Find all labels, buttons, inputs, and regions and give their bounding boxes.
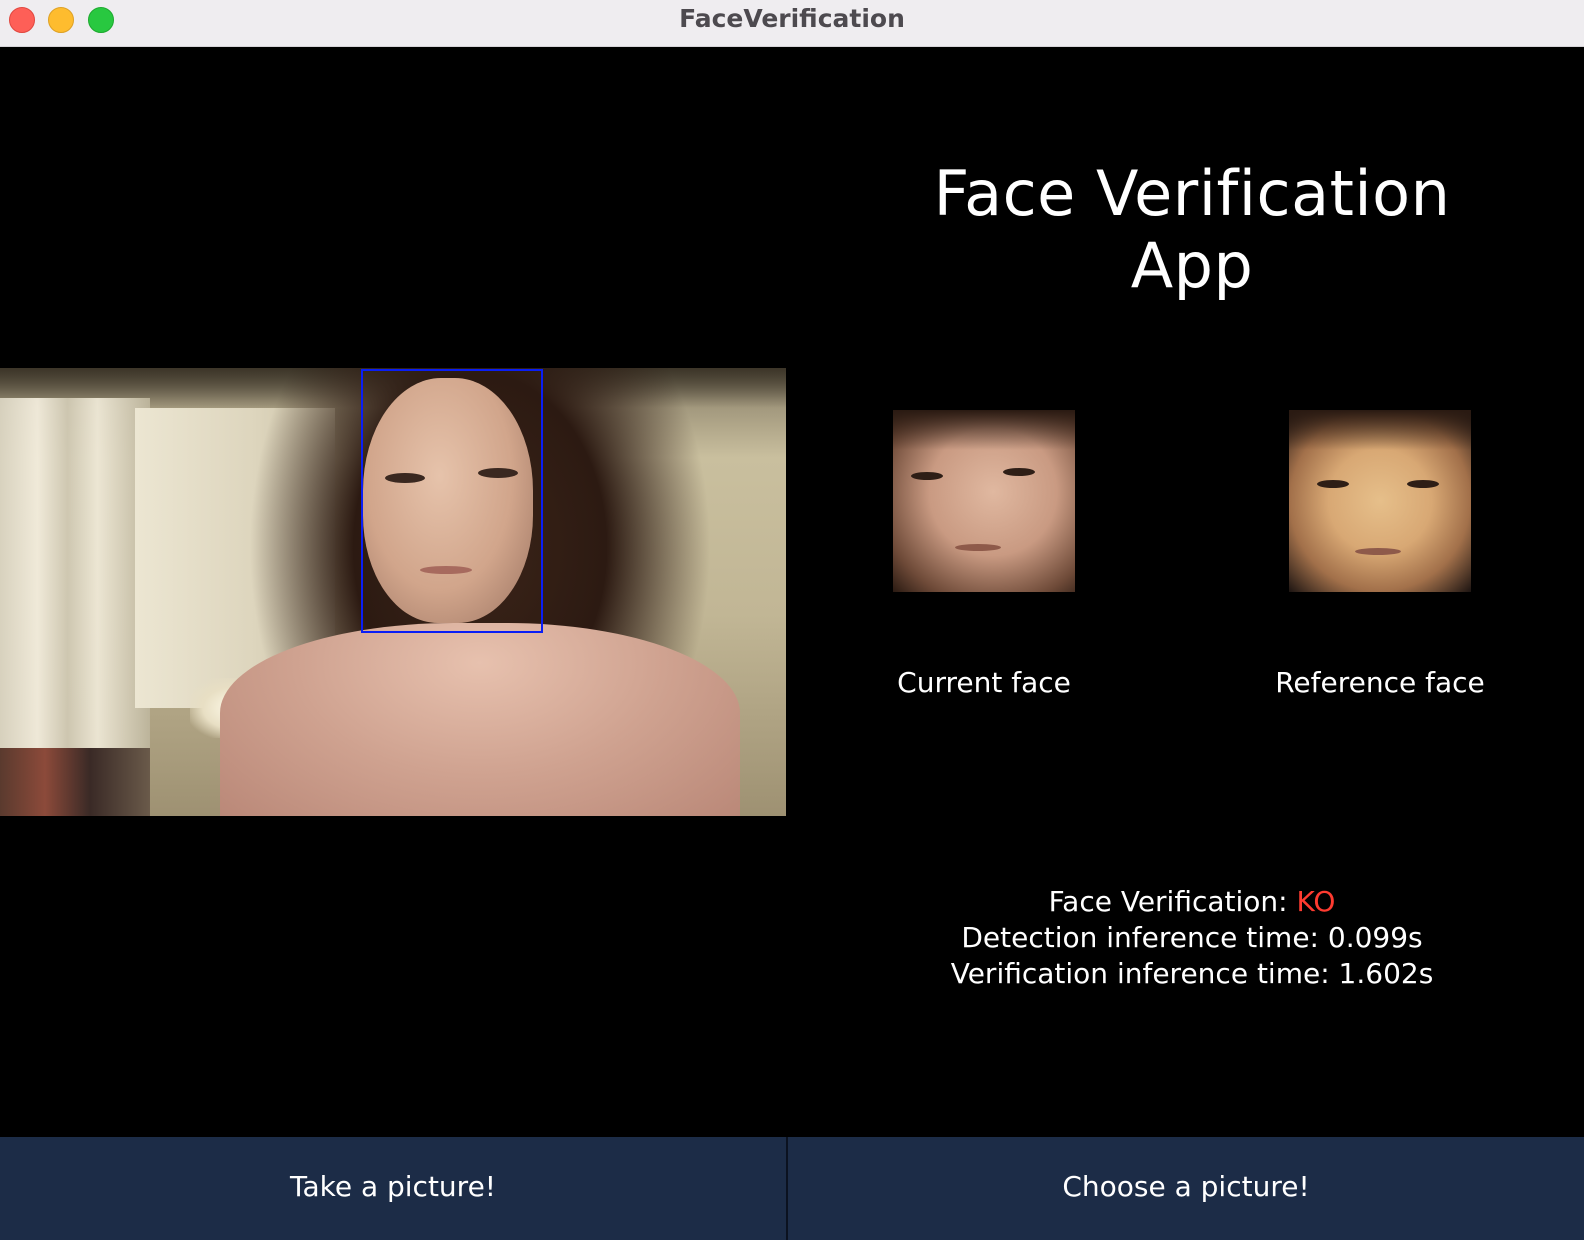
face-detection-box — [361, 369, 543, 633]
take-picture-button[interactable]: Take a picture! — [0, 1137, 786, 1240]
verification-time: Verification inference time: 1.602s — [950, 957, 1434, 990]
verification-status: KO — [1296, 885, 1336, 918]
results-panel: Face Verification: KO Detection inferenc… — [872, 884, 1512, 992]
verification-result: Face Verification: KO — [1048, 885, 1336, 918]
detection-time: Detection inference time: 0.099s — [961, 921, 1423, 954]
camera-preview — [0, 368, 786, 816]
app-title: Face Verification App — [933, 157, 1451, 302]
reference-face-label: Reference face — [1275, 666, 1485, 699]
current-face-image — [893, 410, 1075, 592]
choose-picture-button[interactable]: Choose a picture! — [788, 1137, 1584, 1240]
current-face-label: Current face — [897, 666, 1071, 699]
window-title: FaceVerification — [679, 4, 905, 33]
window-titlebar: FaceVerification — [0, 0, 1584, 47]
reference-face-image — [1289, 410, 1471, 592]
